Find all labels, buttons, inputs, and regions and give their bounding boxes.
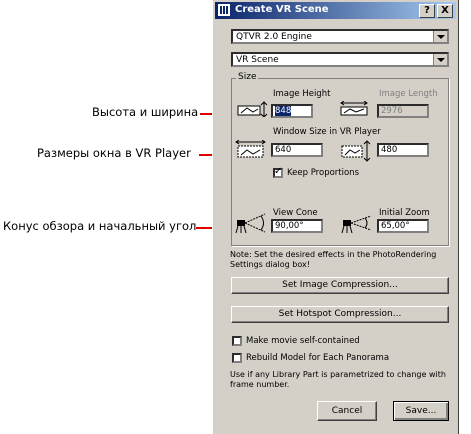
- window-width-icon: [235, 140, 266, 158]
- image-height-label: Image Height: [273, 89, 331, 99]
- image-height-icon: [237, 101, 268, 117]
- self-contained-label: Make movie self-contained: [246, 336, 360, 346]
- set-hotspot-compression-button[interactable]: Set Hotspot Compression...: [231, 306, 449, 323]
- app-icon: [218, 4, 230, 16]
- close-button[interactable]: X: [437, 4, 453, 18]
- annotation-height-width: Высота и ширина: [92, 105, 199, 119]
- initial-zoom-field[interactable]: 65,00°: [377, 219, 429, 233]
- window-width-field[interactable]: 640: [271, 143, 323, 157]
- engine-select-value: QTVR 2.0 Engine: [236, 32, 312, 42]
- save-button[interactable]: Save...: [393, 401, 449, 421]
- chevron-down-icon[interactable]: [433, 31, 447, 42]
- keep-proportions-label: Keep Proportions: [287, 168, 359, 178]
- window-height-icon: [341, 140, 371, 162]
- scene-type-select[interactable]: VR Scene: [231, 52, 449, 67]
- library-note: Use if any Library Part is parametrized …: [230, 370, 446, 389]
- scene-type-select-value: VR Scene: [236, 55, 279, 65]
- create-vr-scene-dialog: Create VR Scene ? X QTVR 2.0 Engine VR S…: [212, 0, 459, 434]
- engine-select[interactable]: QTVR 2.0 Engine: [231, 29, 449, 44]
- annotation-window-size: Размеры окна в VR Player: [37, 146, 191, 160]
- cancel-button[interactable]: Cancel: [317, 401, 377, 421]
- initial-zoom-icon: [341, 215, 372, 234]
- view-cone-field[interactable]: 90,00°: [271, 219, 323, 233]
- help-button[interactable]: ?: [419, 4, 435, 18]
- rebuild-model-checkbox[interactable]: [232, 353, 242, 363]
- self-contained-checkbox[interactable]: [232, 336, 242, 346]
- image-height-field[interactable]: 848: [271, 104, 313, 118]
- annotation-view-cone: Конус обзора и начальный угол: [3, 219, 197, 233]
- photorendering-note: Note: Set the desired effects in the Pho…: [230, 250, 437, 269]
- image-length-label: Image Length: [379, 89, 438, 99]
- title-bar[interactable]: Create VR Scene ? X: [215, 2, 456, 19]
- window-size-label: Window Size in VR Player: [273, 127, 381, 137]
- dialog-title: Create VR Scene: [235, 4, 329, 15]
- size-group-label: Size: [236, 72, 259, 82]
- window-height-field[interactable]: 480: [377, 143, 429, 157]
- chevron-down-icon[interactable]: [433, 54, 447, 65]
- view-cone-label: View Cone: [273, 208, 318, 218]
- keep-proportions-checkbox[interactable]: [273, 166, 283, 178]
- image-length-icon: [340, 101, 368, 116]
- image-length-field: 2976: [377, 104, 429, 118]
- rebuild-model-label: Rebuild Model for Each Panorama: [246, 353, 390, 363]
- initial-zoom-label: Initial Zoom: [379, 208, 430, 218]
- set-image-compression-button[interactable]: Set Image Compression...: [231, 277, 449, 294]
- view-cone-icon: [235, 213, 266, 234]
